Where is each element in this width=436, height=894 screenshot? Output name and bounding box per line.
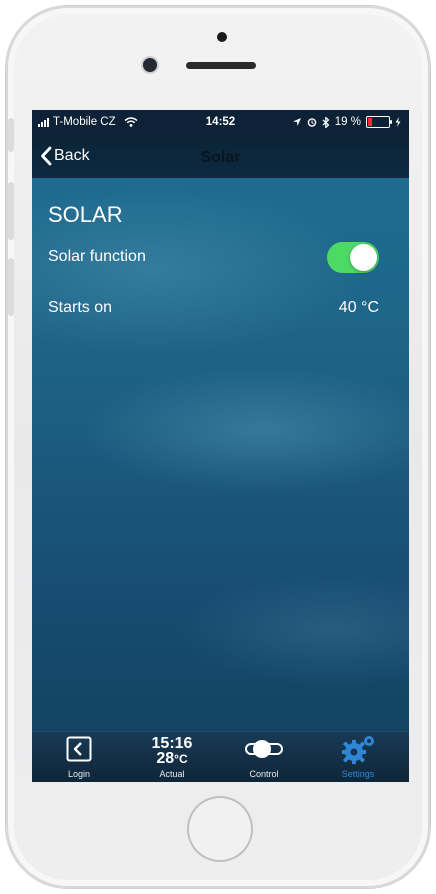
battery-percent: 19 % [334,116,361,128]
mute-switch [8,118,14,152]
tab-actual[interactable]: 15:16 28°C Actual [137,732,207,782]
page-title: Solar [200,149,241,166]
section-title: SOLAR [48,202,123,227]
tab-control-label: Control [249,769,279,779]
location-icon [292,118,301,126]
tab-bar: Login 15:16 28°C Actual Control Settings [32,731,409,782]
navigation-bar: Back Solar [32,136,409,178]
back-box-icon [66,736,92,762]
starts-on-row[interactable]: Starts on 40 °C [48,299,379,323]
volume-down-button [8,258,14,316]
toggle-knob [350,244,377,271]
earpiece-speaker [186,62,256,69]
tab-settings-label: Settings [341,769,375,779]
tab-control[interactable]: Control [229,732,299,782]
tab-login[interactable]: Login [44,732,114,782]
starts-on-value: 40 °C [338,299,379,316]
actual-temp-unit: °C [174,752,188,766]
tab-login-label: Login [67,769,91,779]
tab-settings[interactable]: Settings [323,732,393,782]
actual-readout: 15:16 28°C [137,736,207,767]
proximity-sensor [217,32,227,42]
home-button[interactable] [187,796,253,862]
bluetooth-icon [322,116,330,128]
battery-fill [368,118,372,126]
status-bar: T-Mobile CZ 14:52 19 % [32,110,409,136]
app-screen: T-Mobile CZ 14:52 19 % Back Solar SOLAR … [32,110,409,782]
gear-icon [342,736,374,764]
actual-temp-line: 28°C [137,751,207,767]
actual-temp: 28 [156,750,175,767]
starts-on-label: Starts on [48,299,113,316]
tab-actual-label: Actual [159,769,185,779]
battery-icon [366,116,392,128]
charging-bolt-icon [395,117,401,127]
solar-function-label: Solar function [48,248,146,265]
solar-function-row: Solar function [48,242,379,273]
solar-function-toggle[interactable] [327,242,379,273]
volume-up-button [8,182,14,240]
front-camera [143,58,157,72]
toggle-icon [245,740,283,758]
actual-time: 15:16 [151,735,193,752]
alarm-icon [307,118,317,127]
